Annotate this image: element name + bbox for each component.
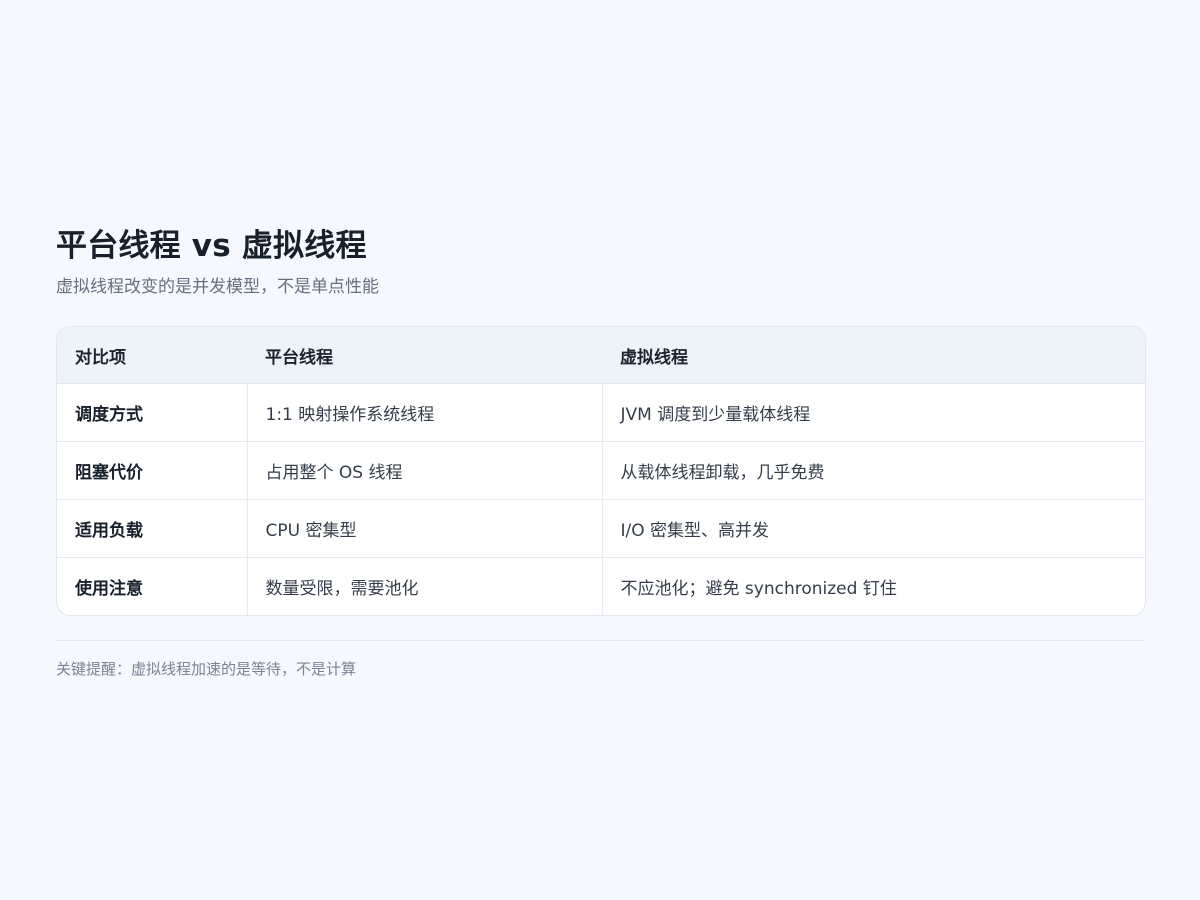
- column-header-item: 对比项: [57, 327, 247, 384]
- row-label: 调度方式: [57, 383, 247, 442]
- page: 平台线程 vs 虚拟线程 虚拟线程改变的是并发模型，不是单点性能 对比项 平台线…: [0, 0, 1200, 900]
- table-row: 阻塞代价 占用整个 OS 线程 从载体线程卸载，几乎免费: [57, 441, 1145, 500]
- row-label: 适用负载: [57, 499, 247, 558]
- table-header-row: 对比项 平台线程 虚拟线程: [57, 327, 1145, 384]
- table-row: 使用注意 数量受限，需要池化 不应池化；避免 synchronized 钉住: [57, 557, 1145, 615]
- comparison-table-card: 对比项 平台线程 虚拟线程 调度方式 1:1 映射操作系统线程 JVM 调度到少…: [56, 326, 1146, 616]
- page-subtitle: 虚拟线程改变的是并发模型，不是单点性能: [56, 277, 379, 297]
- virtual-cell: 不应池化；避免 synchronized 钉住: [601, 557, 1145, 615]
- table-row: 调度方式 1:1 映射操作系统线程 JVM 调度到少量载体线程: [57, 383, 1145, 442]
- table-row: 适用负载 CPU 密集型 I/O 密集型、高并发: [57, 499, 1145, 558]
- column-header-platform-thread: 平台线程: [247, 327, 602, 384]
- virtual-cell: JVM 调度到少量载体线程: [601, 383, 1145, 442]
- divider: [56, 640, 1144, 641]
- comparison-table: 对比项 平台线程 虚拟线程 调度方式 1:1 映射操作系统线程 JVM 调度到少…: [57, 327, 1145, 615]
- row-label: 使用注意: [75, 579, 143, 599]
- row-label: 阻塞代价: [57, 441, 247, 500]
- footer-note: 关键提醒：虚拟线程加速的是等待，不是计算: [56, 660, 357, 678]
- platform-cell: 1:1 映射操作系统线程: [246, 383, 602, 442]
- platform-cell: 占用整个 OS 线程: [246, 441, 602, 500]
- page-title: 平台线程 vs 虚拟线程: [56, 228, 367, 264]
- platform-cell: 数量受限，需要池化: [246, 557, 602, 615]
- virtual-cell: 从载体线程卸载，几乎免费: [601, 441, 1145, 500]
- virtual-cell: I/O 密集型、高并发: [601, 499, 1145, 558]
- column-header-virtual-thread: 虚拟线程: [602, 327, 1145, 384]
- platform-cell: CPU 密集型: [246, 499, 602, 558]
